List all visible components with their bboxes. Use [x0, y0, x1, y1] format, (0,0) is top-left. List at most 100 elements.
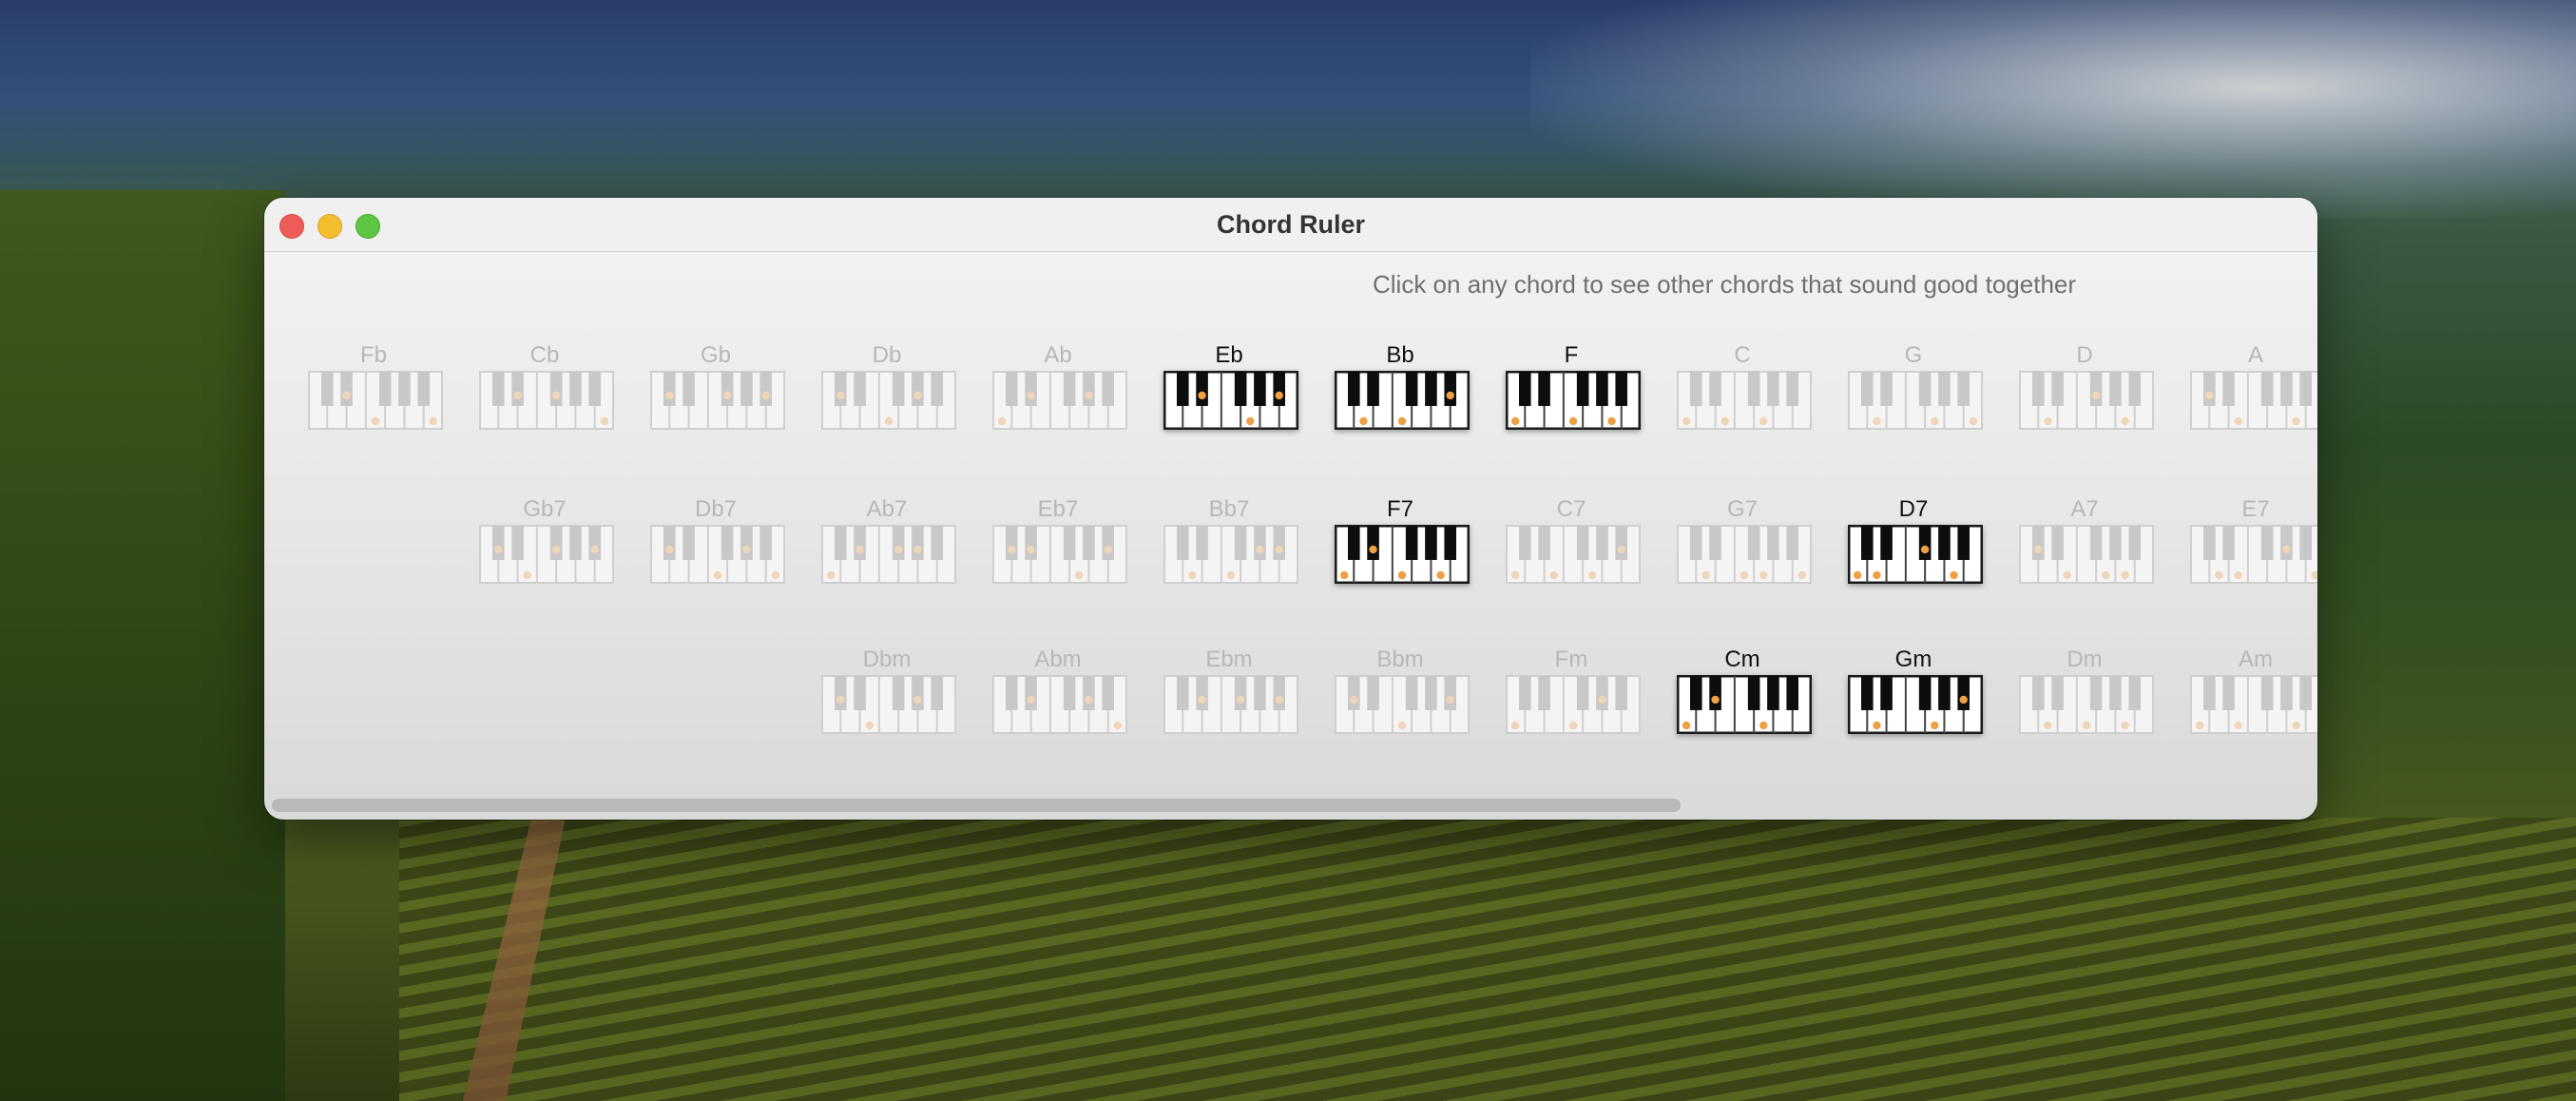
black-key [1576, 526, 1589, 560]
note-dot [1027, 545, 1035, 554]
chord-a7[interactable]: A7 [2013, 496, 2156, 601]
note-dot [1740, 570, 1749, 580]
chord-cm[interactable]: Cm [1671, 647, 1814, 751]
note-dot [1931, 721, 1939, 730]
chord-g[interactable]: G [1842, 342, 1985, 447]
instruction-text: Click on any chord to see other chords t… [1373, 270, 2077, 299]
black-key [1005, 676, 1018, 710]
piano-keyboard-icon [1163, 675, 1298, 734]
black-key [931, 676, 944, 710]
chord-eb7[interactable]: Eb7 [987, 496, 1129, 601]
black-key [1576, 676, 1589, 710]
piano-keyboard-icon [650, 371, 785, 430]
chord-label: Db [872, 342, 902, 368]
piano-keyboard-icon [479, 525, 614, 584]
black-key [1576, 372, 1589, 406]
chord-eb[interactable]: Eb [1158, 342, 1300, 447]
chord-label: Ab [1044, 342, 1072, 368]
chord-f[interactable]: F [1500, 342, 1643, 447]
piano-keyboard-icon [2190, 675, 2317, 734]
black-key [1063, 526, 1076, 560]
black-key [340, 372, 353, 406]
chord-gm[interactable]: Gm [1842, 647, 1985, 751]
chord-d[interactable]: D [2013, 342, 2156, 447]
chord-db7[interactable]: Db7 [644, 496, 787, 601]
note-dot [1339, 570, 1349, 580]
black-key [1444, 372, 1457, 406]
note-dot [513, 391, 522, 400]
note-dot [523, 570, 531, 580]
black-key [740, 526, 753, 560]
black-key [1538, 526, 1550, 560]
note-dot [997, 416, 1007, 426]
black-key [1938, 372, 1951, 406]
chord-c[interactable]: C [1671, 342, 1814, 447]
chord-abm[interactable]: Abm [987, 647, 1129, 751]
chord-gb[interactable]: Gb [644, 342, 787, 447]
note-dot [1588, 570, 1597, 580]
note-dot [2121, 416, 2129, 426]
chord-bb7[interactable]: Bb7 [1158, 496, 1300, 601]
note-dot [551, 391, 561, 400]
note-dot [1256, 545, 1264, 554]
black-key [1425, 526, 1437, 560]
chord-bb[interactable]: Bb [1329, 342, 1471, 447]
black-key [1273, 372, 1286, 406]
black-key [912, 676, 924, 710]
background-forest [0, 190, 285, 1101]
chord-db[interactable]: Db [816, 342, 958, 447]
black-key [2299, 372, 2313, 406]
chord-cb[interactable]: Cb [473, 342, 616, 447]
black-key [1786, 676, 1799, 710]
black-key [759, 526, 773, 560]
chord-gb7[interactable]: Gb7 [473, 496, 616, 601]
black-key [1957, 526, 1970, 560]
chord-ab7[interactable]: Ab7 [816, 496, 958, 601]
chord-ebm[interactable]: Ebm [1158, 647, 1300, 751]
black-key [1615, 526, 1628, 560]
black-key [1747, 372, 1760, 406]
chord-am[interactable]: Am [2184, 647, 2317, 751]
note-dot [1275, 391, 1283, 400]
chord-a[interactable]: A [2184, 342, 2317, 447]
chord-fb[interactable]: Fb [302, 342, 445, 447]
piano-keyboard-icon [2019, 525, 2154, 584]
black-key [1957, 676, 1970, 710]
note-dot [1350, 695, 1358, 705]
black-key [1957, 372, 1970, 406]
black-key [1615, 676, 1628, 710]
black-key [2051, 372, 2064, 406]
black-key [1025, 526, 1037, 560]
note-dot [1236, 695, 1245, 705]
chord-e7[interactable]: E7 [2184, 496, 2317, 601]
chord-d7[interactable]: D7 [1842, 496, 1985, 601]
piano-keyboard-icon [1848, 675, 1983, 734]
note-dot [1759, 721, 1768, 730]
chord-fm[interactable]: Fm [1500, 647, 1643, 751]
chord-bbm[interactable]: Bbm [1329, 647, 1471, 751]
note-dot [1969, 416, 1978, 426]
chord-c7[interactable]: C7 [1500, 496, 1643, 601]
piano-keyboard-icon [1848, 525, 1983, 584]
black-key [854, 526, 866, 560]
chord-label: C [1734, 342, 1751, 368]
black-key [740, 372, 753, 406]
note-dot [722, 391, 732, 400]
note-dot [1682, 721, 1691, 730]
note-dot [1873, 416, 1881, 426]
note-dot [1085, 695, 1093, 705]
chord-f7[interactable]: F7 [1329, 496, 1471, 601]
black-key [417, 372, 431, 406]
black-key [2109, 526, 2122, 560]
chord-label: Eb [1215, 342, 1243, 368]
chord-g7[interactable]: G7 [1671, 496, 1814, 601]
chord-label: C7 [1556, 496, 1586, 522]
chord-label: Eb7 [1037, 496, 1079, 522]
chord-dbm[interactable]: Dbm [816, 647, 958, 751]
note-dot [761, 391, 770, 400]
horizontal-scrollbar[interactable] [272, 799, 1681, 812]
black-key [2260, 526, 2274, 560]
chord-dm[interactable]: Dm [2013, 647, 2156, 751]
black-key [1689, 372, 1702, 406]
chord-ab[interactable]: Ab [987, 342, 1129, 447]
